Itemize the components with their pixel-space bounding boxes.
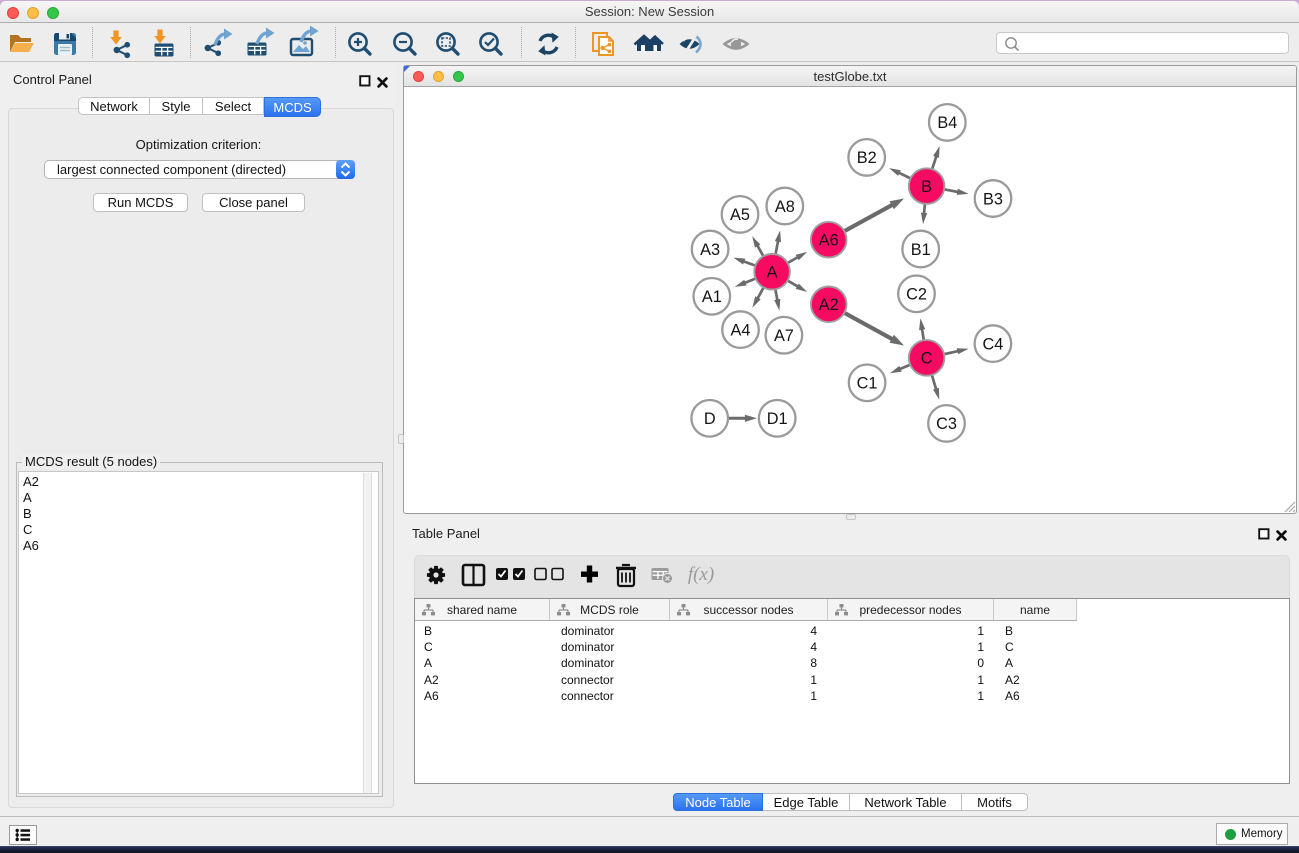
svg-text:A8: A8 (775, 198, 795, 216)
svg-text:C1: C1 (857, 375, 878, 393)
svg-text:B: B (921, 178, 932, 196)
svg-text:C4: C4 (982, 335, 1003, 353)
svg-text:A6: A6 (819, 232, 839, 250)
svg-text:A1: A1 (702, 288, 722, 306)
svg-text:B1: B1 (911, 241, 931, 259)
svg-text:B4: B4 (937, 114, 957, 132)
svg-text:A5: A5 (730, 206, 750, 224)
svg-text:C: C (921, 350, 933, 368)
svg-text:B3: B3 (983, 190, 1003, 208)
svg-text:D: D (704, 410, 716, 428)
svg-text:A4: A4 (731, 321, 751, 339)
svg-text:A: A (767, 264, 778, 282)
svg-text:D1: D1 (767, 410, 788, 428)
svg-text:C3: C3 (936, 415, 957, 433)
svg-text:A2: A2 (819, 296, 839, 314)
svg-text:C2: C2 (906, 286, 927, 304)
svg-text:A3: A3 (700, 241, 720, 259)
svg-text:A7: A7 (774, 327, 794, 345)
svg-text:f(x): f(x) (688, 564, 714, 585)
svg-text:B2: B2 (857, 149, 877, 167)
